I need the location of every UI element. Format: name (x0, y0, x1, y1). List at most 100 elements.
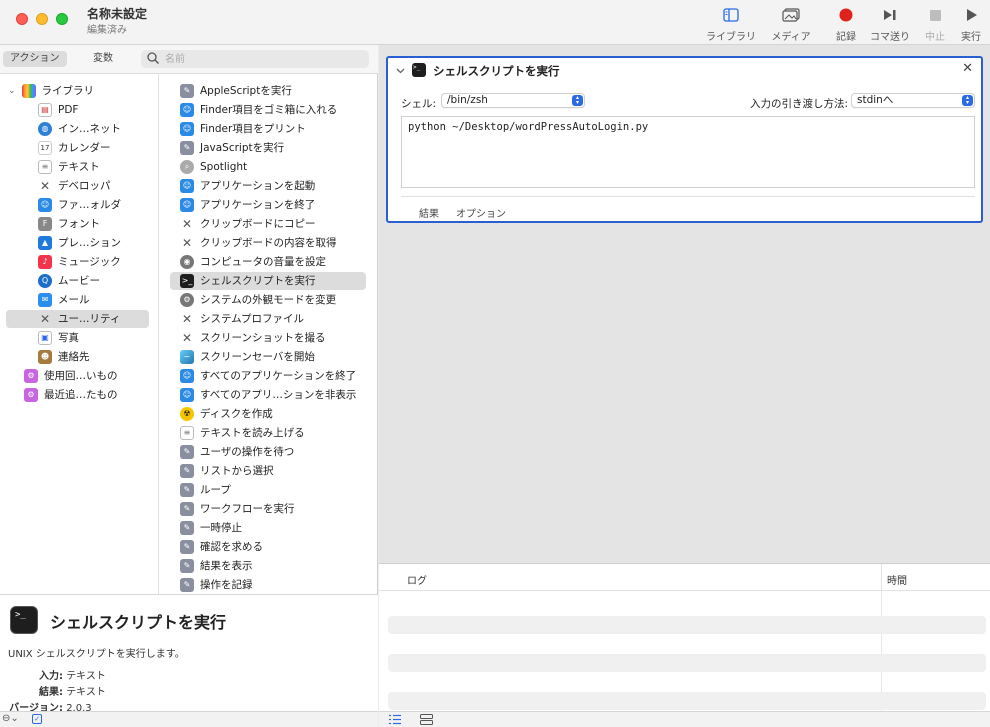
action-card[interactable]: >_ シェルスクリプトを実行 ✕ シェル: /bin/zsh ▴ ▾ 入力の引き渡… (386, 56, 983, 223)
category-item-photos[interactable]: ▣ 写真 (38, 329, 79, 347)
action-item[interactable]: ✎ JavaScriptを実行 (180, 139, 284, 157)
globe-icon: ◍ (38, 122, 52, 136)
finder-icon: ☺ (180, 122, 194, 136)
record-button[interactable]: 記録 (831, 4, 861, 43)
description-toggle-icon[interactable]: ✓ (32, 714, 42, 724)
info-title: シェルスクリプトを実行 (50, 613, 227, 632)
action-label: 一時停止 (200, 522, 242, 534)
action-item[interactable]: ⚙ システムの外観モードを変更 (180, 291, 336, 309)
action-item[interactable]: ☺ すべてのアプリケーションを終了 (180, 367, 356, 385)
run-button[interactable]: 実行 (957, 4, 985, 43)
action-item[interactable]: ✕ クリップボードにコピー (180, 215, 316, 233)
close-window-button[interactable] (16, 13, 28, 25)
category-item-most-used[interactable]: ⚙ 使用回…いもの (24, 367, 118, 385)
action-item[interactable]: ~ スクリーンセーバを開始 (180, 348, 315, 366)
action-item[interactable]: ⌕ Spotlight (180, 158, 247, 176)
action-item-run-shell-script[interactable]: >_ シェルスクリプトを実行 (170, 272, 366, 290)
category-item-developer[interactable]: ✕ デベロッパ (38, 177, 111, 195)
actions-segment[interactable]: アクション (3, 51, 67, 67)
action-item[interactable]: ✎ ユーザの操作を待つ (180, 443, 294, 461)
library-button[interactable]: ライブラリ (705, 4, 757, 43)
action-item[interactable]: ☺ アプリケーションを終了 (180, 196, 315, 214)
shell-select[interactable]: /bin/zsh ▴ ▾ (441, 93, 585, 108)
category-label: ユー…リティ (58, 313, 121, 325)
results-tab[interactable]: 結果 (419, 205, 439, 220)
category-label: ムービー (58, 275, 100, 287)
list-view-icon[interactable] (389, 714, 401, 727)
column-divider[interactable] (881, 564, 882, 591)
chevron-down-icon[interactable] (396, 64, 405, 77)
action-item[interactable]: ✎ ループ (180, 481, 231, 499)
category-item-movies[interactable]: Q ムービー (38, 272, 100, 290)
log-bottom-bar (379, 711, 990, 727)
step-button[interactable]: コマ送り (868, 4, 912, 43)
library-root[interactable]: ⌄ ライブラリ (8, 82, 94, 100)
category-item-pdf[interactable]: ▤ PDF (38, 101, 78, 119)
category-item-recently-added[interactable]: ⚙ 最近追…たもの (24, 386, 118, 404)
action-item[interactable]: ✎ 確認を求める (180, 538, 263, 556)
action-item[interactable]: ✎ 一時停止 (180, 519, 242, 537)
title-bar: 名称未設定 編集済み ライブラリ メディア 記録 コマ送り 中止 実行 (0, 0, 990, 45)
card-header: >_ シェルスクリプトを実行 ✕ (388, 58, 981, 82)
window-subtitle: 編集済み (87, 25, 127, 36)
options-tab[interactable]: オプション (456, 205, 506, 220)
action-item[interactable]: ☺ Finder項目をゴミ箱に入れる (180, 101, 337, 119)
action-item[interactable]: ✎ リストから選択 (180, 462, 274, 480)
more-options-icon[interactable]: ⊖⌄ (2, 713, 19, 724)
action-item[interactable]: ✎ ワークフローを実行 (180, 500, 295, 518)
category-item-music[interactable]: ♪ ミュージック (38, 253, 121, 271)
search-field[interactable] (141, 50, 369, 68)
automator-icon: ✎ (180, 464, 194, 478)
category-label: イン…ネット (58, 123, 121, 135)
action-item[interactable]: ☺ Finder項目をプリント (180, 120, 306, 138)
stepper-arrows-icon: ▴ ▾ (572, 95, 583, 106)
action-list: ✎ AppleScriptを実行 ☺ Finder項目をゴミ箱に入れる ☺ Finde… (160, 74, 378, 594)
variables-segment[interactable]: 変数 (86, 51, 120, 67)
category-item-mail[interactable]: ✉ メール (38, 291, 90, 309)
action-item[interactable]: ✎ 結果を表示 (180, 557, 253, 575)
category-item-fonts[interactable]: F フォント (38, 215, 100, 233)
search-input[interactable] (165, 51, 363, 67)
script-editor[interactable]: python ~/Desktop/wordPressAutoLogin.py (401, 116, 975, 188)
action-item[interactable]: ☢ ディスクを作成 (180, 405, 273, 423)
action-item[interactable]: ✎ AppleScriptを実行 (180, 82, 292, 100)
category-item-files-folders[interactable]: ☺ ファ…ォルダ (38, 196, 121, 214)
time-column-header[interactable]: 時間 (887, 572, 907, 587)
log-row (388, 616, 986, 634)
action-item[interactable]: ✕ クリップボードの内容を取得 (180, 234, 337, 252)
tools-icon: ✕ (181, 217, 193, 231)
card-title: シェルスクリプトを実行 (433, 64, 560, 78)
zoom-window-button[interactable] (56, 13, 68, 25)
stop-button[interactable]: 中止 (921, 4, 949, 43)
split-view-icon[interactable] (420, 714, 433, 727)
close-icon[interactable]: ✕ (962, 61, 973, 76)
category-item-presentations[interactable]: ▲ プレ…ション (38, 234, 121, 252)
script-editor-icon: ✎ (180, 141, 194, 155)
library-label: ライブラリ (706, 32, 756, 43)
action-item[interactable]: ☺ すべてのアプリ…ションを非表示 (180, 386, 356, 404)
action-item[interactable]: ◉ コンピュータの音量を設定 (180, 253, 326, 271)
category-label: PDF (58, 104, 79, 116)
log-row (388, 654, 986, 672)
log-column-header[interactable]: ログ (407, 572, 427, 587)
chevron-down-icon[interactable]: ⌄ (8, 82, 16, 100)
action-item[interactable]: ✕ スクリーンショットを撮る (180, 329, 326, 347)
action-item[interactable]: ✎ 操作を記録 (180, 576, 253, 594)
action-item[interactable]: ✕ システムプロファイル (180, 310, 304, 328)
minimize-window-button[interactable] (36, 13, 48, 25)
action-item[interactable]: ☺ アプリケーションを起動 (180, 177, 315, 195)
finder-icon: ☺ (180, 179, 194, 193)
action-item[interactable]: ≡ テキストを読み上げる (180, 424, 305, 442)
category-item-contacts[interactable]: ☻ 連絡先 (38, 348, 90, 366)
category-item-internet[interactable]: ◍ イン…ネット (38, 120, 121, 138)
finder-icon: ☺ (180, 103, 194, 117)
speaker-icon: ◉ (180, 255, 194, 269)
action-label: ループ (200, 484, 231, 496)
workflow-area[interactable]: >_ シェルスクリプトを実行 ✕ シェル: /bin/zsh ▴ ▾ 入力の引き渡… (379, 45, 990, 563)
pass-input-select[interactable]: stdinへ ▴ ▾ (851, 93, 975, 108)
media-button[interactable]: メディア (767, 4, 815, 43)
category-item-utilities[interactable]: ✕ ユー…リティ (6, 310, 149, 328)
category-item-text[interactable]: ≡ テキスト (38, 158, 100, 176)
action-label: すべてのアプリケーションを終了 (200, 370, 357, 382)
category-item-calendar[interactable]: 17 カレンダー (38, 139, 111, 157)
